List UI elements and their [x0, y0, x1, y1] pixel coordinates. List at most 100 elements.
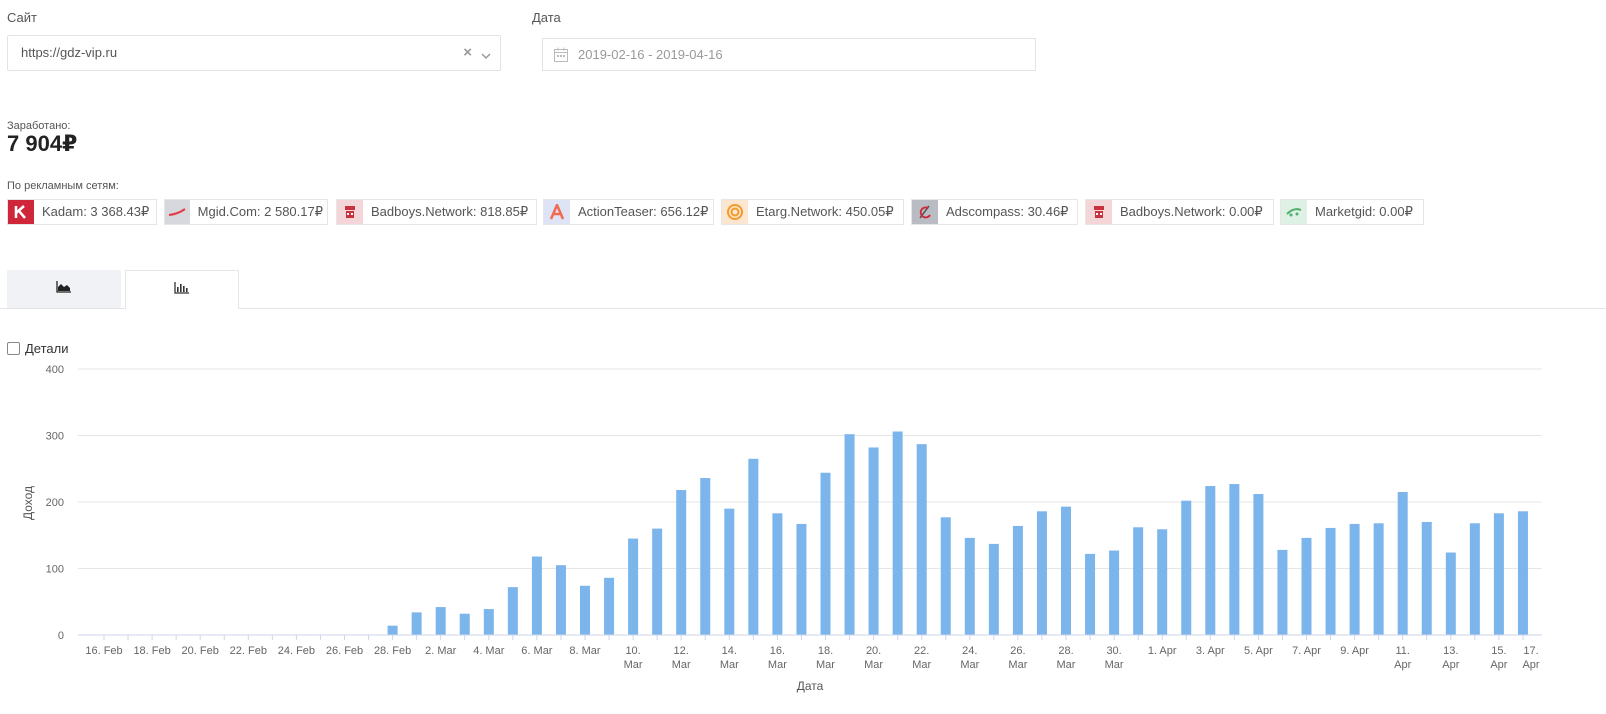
bar-2019-04-06[interactable] [1277, 549, 1288, 635]
bar-2019-03-24[interactable] [964, 537, 975, 635]
bar-2019-03-25[interactable] [988, 543, 999, 635]
bar-2019-03-11[interactable] [652, 528, 663, 635]
x-tick-label: 22. Mar [912, 645, 931, 671]
networks-label: По рекламным сетям: [7, 180, 119, 192]
bar-2019-03-05[interactable] [507, 587, 518, 635]
bar-2019-03-28[interactable] [1061, 506, 1071, 635]
tab-divider [0, 308, 1606, 309]
bar-2019-03-04[interactable] [483, 609, 494, 635]
network-badge-badboys[interactable]: Badboys.Network: 0.00₽ [1085, 199, 1274, 225]
bar-2019-03-29[interactable] [1085, 553, 1096, 635]
bar-2019-04-11[interactable] [1397, 492, 1408, 635]
network-badge-actionteaser[interactable]: ActionTeaser: 656.12₽ [543, 199, 714, 225]
x-tick-label: 8. Mar [569, 645, 601, 657]
x-tick-label: 2. Mar [425, 645, 457, 657]
x-tick-label: 17. Apr [1522, 645, 1539, 671]
x-tick-label: 11. Apr [1394, 645, 1411, 671]
bar-2019-03-01[interactable] [411, 612, 422, 635]
tab-area-chart[interactable] [7, 270, 121, 308]
details-label: Детали [25, 341, 69, 356]
x-tick-label: 10. Mar [624, 645, 643, 671]
bar-2019-03-08[interactable] [580, 585, 590, 635]
bar-2019-03-20[interactable] [868, 447, 879, 635]
bar-2019-04-08[interactable] [1325, 527, 1336, 635]
bar-2019-04-13[interactable] [1445, 552, 1456, 635]
x-tick-label: 16. Mar [768, 645, 787, 671]
bar-2019-03-17[interactable] [796, 523, 807, 635]
network-badge-mgid[interactable]: Mgid.Com: 2 580.17₽ [164, 199, 328, 225]
bar-2019-03-23[interactable] [940, 517, 951, 635]
date-range-input[interactable]: 2019-02-16 - 2019-04-16 [542, 38, 1036, 71]
network-badge-badboys[interactable]: Badboys.Network: 818.85₽ [336, 199, 537, 225]
mgid-logo-icon [165, 200, 190, 224]
site-select[interactable]: https://gdz-vip.ru × [7, 35, 501, 71]
bar-2019-04-10[interactable] [1373, 523, 1384, 635]
bar-2019-04-04[interactable] [1229, 484, 1240, 635]
bar-2019-02-28[interactable] [387, 625, 398, 635]
bars [387, 431, 1528, 635]
income-bar-chart: 0 100 200 300 400 16. Feb 18. Feb 20. Feb 22. F… [21, 364, 1542, 693]
bar-2019-03-14[interactable] [724, 508, 735, 635]
bar-2019-03-30[interactable] [1109, 550, 1120, 635]
bar-2019-04-03[interactable] [1205, 486, 1216, 635]
x-tick-label: 14. Mar [720, 645, 739, 671]
network-badge-etarg[interactable]: Etarg.Network: 450.05₽ [721, 199, 904, 225]
bar-2019-04-15[interactable] [1493, 513, 1504, 635]
chevron-down-icon[interactable] [481, 47, 491, 65]
clear-icon[interactable]: × [463, 44, 472, 61]
x-axis-title: Дата [797, 679, 824, 693]
bar-2019-03-27[interactable] [1036, 511, 1047, 635]
tab-bar-chart[interactable] [125, 270, 239, 309]
network-badge-kadam[interactable]: Kadam: 3 368.43₽ [7, 199, 157, 225]
bar-2019-03-18[interactable] [820, 472, 831, 635]
bar-2019-04-01[interactable] [1157, 529, 1168, 635]
etarg-logo-icon [722, 200, 748, 224]
bar-2019-04-12[interactable] [1421, 521, 1432, 635]
y-tick-label: 200 [46, 497, 64, 509]
actionteaser-logo-icon [544, 200, 570, 224]
site-select-value: https://gdz-vip.ru [21, 45, 118, 60]
x-tick-label: 24. Mar [960, 645, 979, 671]
grid-lines [78, 368, 1542, 636]
bar-2019-04-16[interactable] [1517, 511, 1528, 635]
x-tick-label: 26. Mar [1008, 645, 1027, 671]
bar-2019-03-22[interactable] [916, 444, 927, 635]
bar-2019-04-07[interactable] [1301, 537, 1312, 635]
bar-2019-03-10[interactable] [628, 538, 639, 635]
y-axis-title: Доход [21, 486, 35, 520]
checkbox-box[interactable] [7, 342, 20, 355]
bar-2019-04-14[interactable] [1469, 523, 1480, 635]
bar-2019-03-15[interactable] [748, 458, 759, 635]
bar-2019-03-31[interactable] [1133, 527, 1144, 635]
bar-2019-03-26[interactable] [1012, 525, 1023, 635]
bar-2019-03-13[interactable] [700, 478, 711, 635]
bar-2019-03-12[interactable] [676, 490, 687, 635]
adscompass-logo-icon [912, 200, 938, 224]
earned-value: 7 904₽ [7, 131, 78, 156]
x-tick-label: 15. Apr [1490, 645, 1507, 671]
x-tick-label: 1. Apr [1148, 645, 1177, 657]
y-tick-label: 0 [58, 630, 64, 642]
bar-2019-03-09[interactable] [604, 577, 615, 635]
date-range-value: 2019-02-16 - 2019-04-16 [578, 47, 723, 62]
x-tick-label: 18. Feb [133, 645, 170, 657]
bar-2019-04-09[interactable] [1349, 523, 1360, 635]
bar-chart-icon [174, 281, 190, 299]
details-checkbox[interactable]: Детали [7, 341, 69, 356]
network-badge-adscompass[interactable]: Adscompass: 30.46₽ [911, 199, 1078, 225]
area-chart-icon [56, 280, 72, 298]
bar-2019-03-02[interactable] [435, 607, 446, 635]
network-text: Adscompass: 30.46₽ [946, 204, 1069, 219]
bar-2019-04-02[interactable] [1181, 500, 1192, 635]
network-badge-marketgid[interactable]: Marketgid: 0.00₽ [1280, 199, 1424, 225]
bar-2019-03-19[interactable] [844, 434, 855, 635]
x-tick-label: 16. Feb [85, 645, 122, 657]
bar-2019-03-07[interactable] [555, 565, 566, 635]
network-text: Etarg.Network: 450.05₽ [756, 204, 894, 219]
calendar-icon [554, 47, 568, 67]
bar-2019-03-16[interactable] [772, 513, 783, 635]
bar-2019-04-05[interactable] [1253, 494, 1264, 635]
bar-2019-03-06[interactable] [531, 556, 542, 635]
bar-2019-03-03[interactable] [459, 613, 470, 635]
bar-2019-03-21[interactable] [892, 431, 903, 635]
